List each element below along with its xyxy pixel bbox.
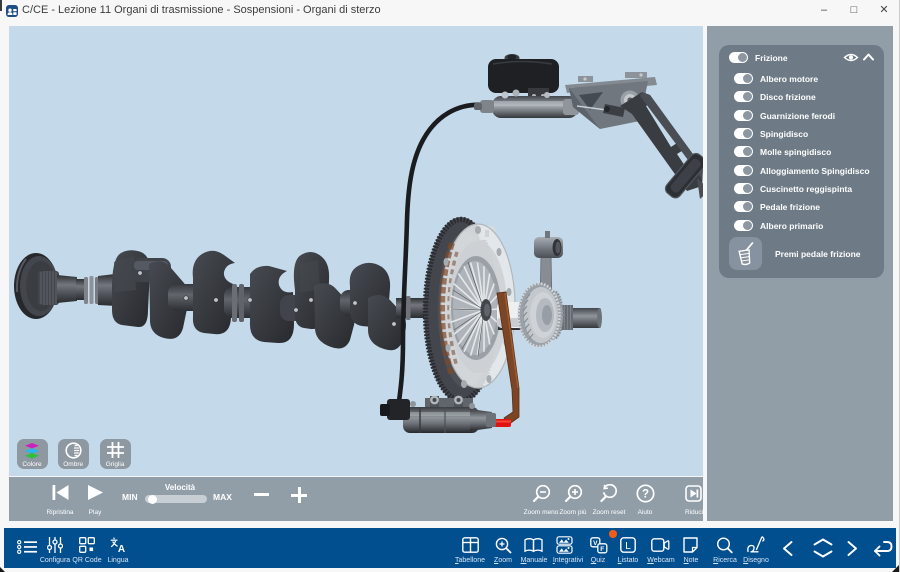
svg-text:F: F <box>600 546 604 553</box>
svg-text:L: L <box>625 541 631 552</box>
svg-text:?: ? <box>642 489 649 501</box>
svg-text:A: A <box>118 544 125 554</box>
